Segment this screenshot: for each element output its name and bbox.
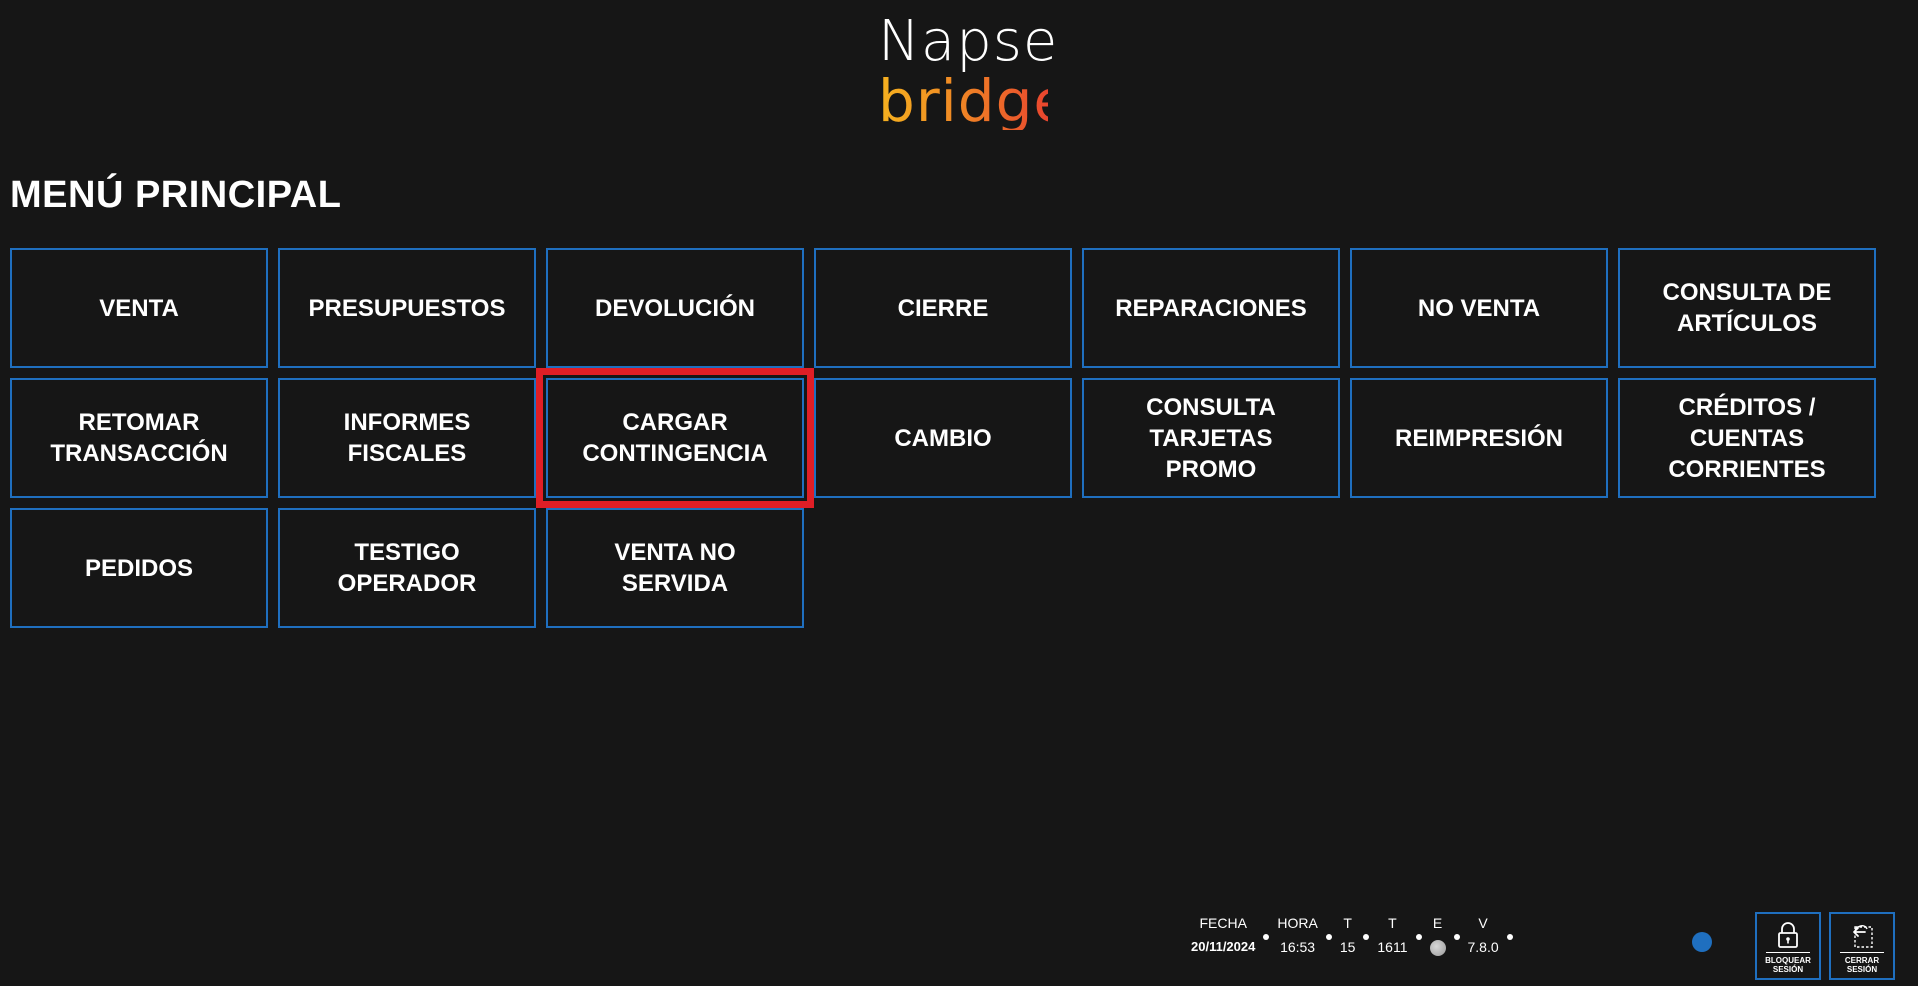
menu-button-label: CARGAR CONTINGENCIA xyxy=(582,409,768,467)
page-title: MENÚ PRINCIPAL xyxy=(10,174,342,216)
main-menu-grid: VENTA PRESUPUESTOS DEVOLUCIÓN CIERRE REPARAC… xyxy=(10,248,1878,628)
status-transaction-label: T xyxy=(1388,915,1397,931)
status-state-indicator xyxy=(1429,940,1446,956)
menu-button-venta-no-servida[interactable]: VENTA NO SERVIDA xyxy=(546,508,804,628)
status-state-label: E xyxy=(1432,915,1443,931)
lock-session-label: BLOQUEAR SESIÓN xyxy=(1765,956,1811,974)
lock-session-button[interactable]: BLOQUEAR SESIÓN xyxy=(1755,912,1821,980)
connection-status-indicator xyxy=(1692,932,1712,952)
menu-button-label: VENTA NO SERVIDA xyxy=(614,539,736,597)
logout-button-divider xyxy=(1840,952,1884,953)
status-transaction: T 1611 xyxy=(1369,914,1415,958)
status-terminal: T 15 xyxy=(1332,914,1364,958)
status-time-label: HORA xyxy=(1277,915,1318,931)
menu-button-presupuestos[interactable]: PRESUPUESTOS xyxy=(278,248,536,368)
logo-text-napse: Napse xyxy=(878,9,1059,74)
menu-button-label: VENTA xyxy=(99,294,179,322)
status-version-label: V xyxy=(1478,915,1488,931)
menu-button-retomar-transaccion[interactable]: RETOMAR TRANSACCIÓN xyxy=(10,378,268,498)
status-terminal-value: 15 xyxy=(1339,939,1356,955)
menu-button-testigo-operador[interactable]: TESTIGO OPERADOR xyxy=(278,508,536,628)
menu-button-label: NO VENTA xyxy=(1417,294,1541,322)
logout-icon xyxy=(1853,925,1873,948)
menu-button-label: CAMBIO xyxy=(894,424,992,452)
status-separator-dot xyxy=(1506,934,1513,940)
status-time: HORA 16:53 xyxy=(1269,914,1325,958)
menu-button-label: CRÉDITOS / CUENTAS CORRIENTES xyxy=(1668,393,1826,483)
main-menu-screen: Napse bridge MENÚ PRINCIPAL VENTA PRESUPU… xyxy=(0,0,1918,986)
status-date: FECHA 20/11/2024 xyxy=(1183,914,1263,958)
status-date-value: 20/11/2024 xyxy=(1191,939,1256,954)
menu-button-reimpresion[interactable]: REIMPRESIÓN xyxy=(1350,378,1608,498)
menu-button-consulta-de-articulos[interactable]: CONSULTA DE ARTÍCULOS xyxy=(1618,248,1876,368)
menu-button-pedidos[interactable]: PEDIDOS xyxy=(10,508,268,628)
status-version: V 7.8.0 xyxy=(1460,914,1507,958)
status-transaction-value: 1611 xyxy=(1377,939,1408,955)
status-date-label: FECHA xyxy=(1199,915,1247,931)
menu-button-cambio[interactable]: CAMBIO xyxy=(814,378,1072,498)
menu-button-label: CONSULTA TARJETAS PROMO xyxy=(1146,393,1276,483)
status-terminal-label: T xyxy=(1343,915,1352,931)
menu-button-devolucion[interactable]: DEVOLUCIÓN xyxy=(546,248,804,368)
lock-button-divider xyxy=(1766,952,1810,953)
menu-button-label: REIMPRESIÓN xyxy=(1394,424,1564,452)
menu-button-label: CONSULTA DE ARTÍCULOS xyxy=(1662,279,1832,337)
menu-button-no-venta[interactable]: NO VENTA xyxy=(1350,248,1608,368)
menu-button-venta[interactable]: VENTA xyxy=(10,248,268,368)
menu-button-label: PEDIDOS xyxy=(84,554,194,582)
menu-button-reparaciones[interactable]: REPARACIONES xyxy=(1082,248,1340,368)
lock-icon xyxy=(1778,922,1798,948)
status-time-value: 16:53 xyxy=(1280,939,1316,955)
menu-button-label: PRESUPUESTOS xyxy=(308,294,506,322)
menu-button-cargar-contingencia[interactable]: CARGAR CONTINGENCIA xyxy=(536,368,814,508)
menu-button-cierre[interactable]: CIERRE xyxy=(814,248,1072,368)
status-state: E xyxy=(1422,914,1454,956)
menu-button-informes-fiscales[interactable]: INFORMES FISCALES xyxy=(278,378,536,498)
menu-button-label: CIERRE xyxy=(897,294,989,322)
status-version-value: 7.8.0 xyxy=(1467,939,1499,955)
status-bar: FECHA 20/11/2024 HORA 16:53 T 15 T 1611 … xyxy=(1183,914,1513,960)
logo-text-bridge: bridge xyxy=(878,67,1071,135)
napse-bridge-logo: Napse bridge xyxy=(878,9,1071,135)
logout-label: CERRAR SESIÓN xyxy=(1844,956,1880,974)
logout-button[interactable]: CERRAR SESIÓN xyxy=(1829,912,1895,980)
menu-button-consulta-tarjetas-promo[interactable]: CONSULTA TARJETAS PROMO xyxy=(1082,378,1340,498)
menu-button-label: INFORMES FISCALES xyxy=(343,409,471,467)
menu-button-label: RETOMAR TRANSACCIÓN xyxy=(50,409,228,467)
menu-button-label: REPARACIONES xyxy=(1115,294,1307,322)
menu-button-label: TESTIGO OPERADOR xyxy=(337,539,477,597)
menu-button-creditos-cuentas-corrientes[interactable]: CRÉDITOS / CUENTAS CORRIENTES xyxy=(1618,378,1876,498)
menu-button-label: DEVOLUCIÓN xyxy=(594,294,755,322)
